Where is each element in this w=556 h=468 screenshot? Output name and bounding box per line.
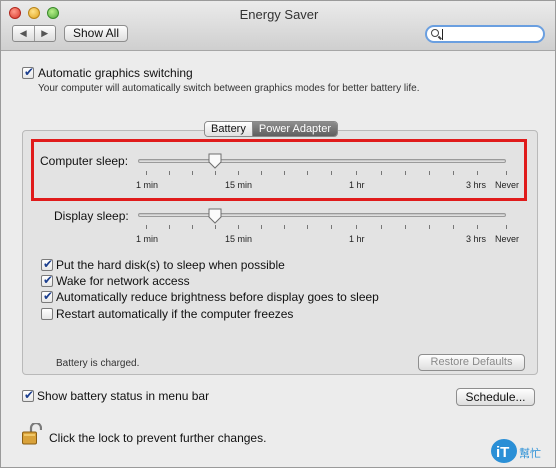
graphics-switching-checkbox[interactable] (22, 65, 34, 79)
ithelp-watermark-logo: iT 幫忙 (489, 435, 549, 465)
computer-sleep-highlight-box (31, 139, 527, 201)
slider-tick-mark (429, 225, 430, 229)
display-sleep-tick-label: 1 min (136, 234, 159, 244)
display-sleep-track[interactable] (138, 213, 506, 217)
slider-tick-mark (356, 225, 357, 229)
slider-tick-mark (381, 225, 382, 229)
svg-text:幫忙: 幫忙 (519, 446, 541, 460)
forward-arrow-icon[interactable]: ▶ (35, 26, 56, 41)
slider-tick-mark (453, 225, 454, 229)
display-sleep-tick-label: 1 hr (349, 234, 365, 244)
display-sleep-tick-label: Never (495, 234, 520, 244)
wake-network-checkbox[interactable] (41, 273, 53, 287)
reduce-brightness-label: Automatically reduce brightness before d… (56, 290, 379, 304)
slider-tick-mark (405, 225, 406, 229)
slider-tick-mark (307, 225, 308, 229)
schedule-button[interactable]: Schedule... (456, 388, 535, 406)
tab-power-adapter[interactable]: Power Adapter (252, 122, 338, 136)
restart-freeze-label: Restart automatically if the computer fr… (56, 307, 294, 321)
menu-bar-battery-label: Show battery status in menu bar (37, 389, 210, 403)
restart-freeze-checkbox[interactable] (41, 308, 53, 320)
reduce-brightness-checkbox[interactable] (41, 289, 53, 303)
display-sleep-label: Display sleep: (54, 209, 129, 223)
slider-tick-mark (169, 225, 170, 229)
back-arrow-icon[interactable]: ◀ (13, 26, 35, 41)
display-sleep-tick-label: 3 hrs (466, 234, 487, 244)
slider-tick-mark (215, 225, 216, 229)
display-sleep-tick-label: 15 min (225, 234, 253, 244)
window-title: Energy Saver (239, 7, 319, 22)
back-forward-control: ◀ ▶ (12, 25, 56, 42)
restore-defaults-button[interactable]: Restore Defaults (418, 354, 525, 371)
slider-tick-mark (284, 225, 285, 229)
search-icon (431, 29, 439, 37)
slider-tick-mark (238, 225, 239, 229)
menu-bar-battery-checkbox[interactable] (22, 388, 34, 402)
svg-text:iT: iT (496, 444, 509, 461)
power-source-tabs: Battery Power Adapter (204, 121, 339, 137)
graphics-switching-label: Automatic graphics switching (38, 66, 193, 80)
slider-tick-mark (477, 225, 478, 229)
title-bar: Energy Saver ◀ ▶ Show All (1, 1, 555, 51)
search-input[interactable] (425, 25, 545, 43)
tab-battery[interactable]: Battery (205, 122, 253, 136)
display-sleep-slider-thumb[interactable] (208, 208, 222, 224)
lock-icon[interactable] (22, 421, 43, 445)
wake-network-label: Wake for network access (56, 274, 190, 288)
graphics-switching-description: Your computer will automatically switch … (38, 83, 420, 94)
slider-tick-mark (261, 225, 262, 229)
show-all-button[interactable]: Show All (64, 25, 128, 42)
battery-status-text: Battery is charged. (56, 358, 140, 369)
slider-tick-mark (192, 225, 193, 229)
hard-disk-sleep-label: Put the hard disk(s) to sleep when possi… (56, 258, 285, 272)
slider-tick-mark (506, 225, 507, 229)
slider-tick-mark (146, 225, 147, 229)
energy-saver-window: Energy Saver ◀ ▶ Show All Automatic grap… (0, 0, 556, 468)
hard-disk-sleep-checkbox[interactable] (41, 257, 53, 271)
slider-tick-mark (331, 225, 332, 229)
text-caret (442, 29, 443, 40)
lock-message: Click the lock to prevent further change… (49, 431, 267, 445)
